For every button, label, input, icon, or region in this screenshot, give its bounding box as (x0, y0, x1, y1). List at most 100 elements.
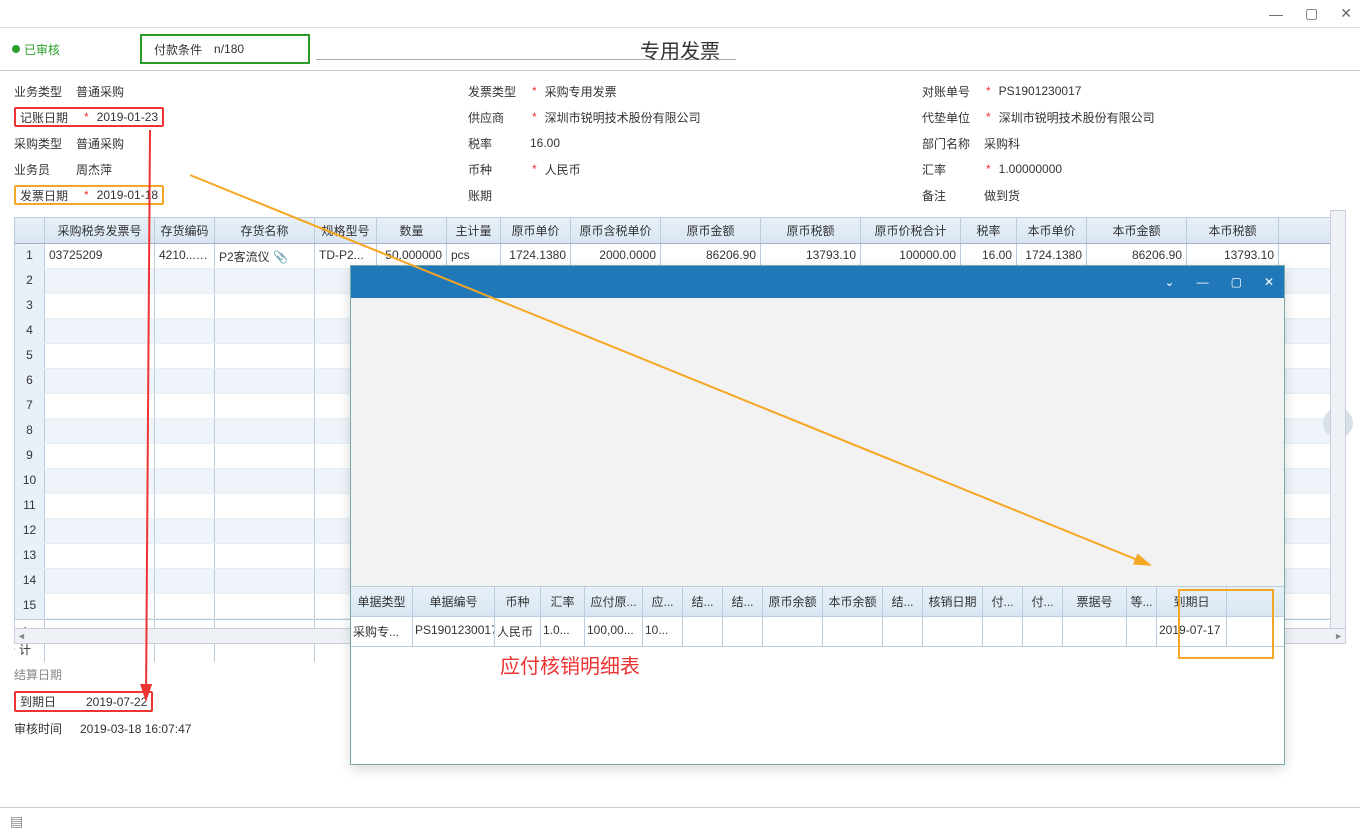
popup-header-cell[interactable]: 汇率 (541, 587, 585, 616)
field-value[interactable]: 普通采购 (76, 83, 124, 100)
cell[interactable] (155, 294, 215, 318)
popup-cell[interactable]: 1.0... (541, 617, 585, 646)
cell[interactable] (155, 544, 215, 568)
cell[interactable]: 14 (15, 569, 45, 593)
popup-header-cell[interactable]: 付... (1023, 587, 1063, 616)
cell[interactable] (215, 494, 315, 518)
cell[interactable] (155, 319, 215, 343)
cell[interactable] (45, 444, 155, 468)
popup-cell[interactable] (983, 617, 1023, 646)
cell[interactable]: P2客流仪 📎 (215, 244, 315, 268)
grid-header-cell[interactable]: 数量 (377, 218, 447, 243)
grid-header-cell[interactable]: 本币税额 (1187, 218, 1279, 243)
cell[interactable]: 2 (15, 269, 45, 293)
cell[interactable] (155, 494, 215, 518)
field-value[interactable]: 1.00000000 (999, 162, 1062, 176)
popup-header-cell[interactable]: 结... (723, 587, 763, 616)
field-value[interactable]: 做到货 (984, 187, 1020, 204)
close-icon[interactable]: ✕ (1340, 5, 1352, 22)
maximize-icon[interactable]: ▢ (1305, 5, 1318, 22)
cell[interactable] (215, 594, 315, 618)
field-value[interactable]: 2019-01-18 (97, 188, 158, 202)
popup-cell[interactable]: PS1901230017 (413, 617, 495, 646)
popup-cell[interactable]: 采购专... (351, 617, 413, 646)
cell[interactable] (215, 469, 315, 493)
popup-header-cell[interactable]: 应付原... (585, 587, 643, 616)
popup-cell[interactable] (723, 617, 763, 646)
grid-header-cell[interactable]: 本币金额 (1087, 218, 1187, 243)
cell[interactable] (45, 569, 155, 593)
field-value[interactable]: 深圳市锐明技术股份有限公司 (999, 109, 1155, 126)
grid-header-cell[interactable]: 原币金额 (661, 218, 761, 243)
cell[interactable] (45, 369, 155, 393)
field-value[interactable]: 采购专用发票 (545, 83, 617, 100)
popup-cell[interactable] (1063, 617, 1127, 646)
grid-header-cell[interactable]: 原币含税单价 (571, 218, 661, 243)
popup-minimize-icon[interactable]: — (1197, 275, 1209, 289)
popup-header-cell[interactable]: 币种 (495, 587, 541, 616)
cell[interactable] (215, 269, 315, 293)
popup-header-cell[interactable]: 核销日期 (923, 587, 983, 616)
popup-header-cell[interactable]: 原币余额 (763, 587, 823, 616)
popup-cell[interactable] (683, 617, 723, 646)
cell[interactable] (155, 444, 215, 468)
cell[interactable]: 03725209 (45, 244, 155, 268)
cell[interactable] (45, 419, 155, 443)
cell[interactable] (45, 344, 155, 368)
popup-header-cell[interactable]: 结... (683, 587, 723, 616)
popup-cell[interactable] (883, 617, 923, 646)
cell[interactable]: 6 (15, 369, 45, 393)
cell[interactable]: 5 (15, 344, 45, 368)
popup-maximize-icon[interactable]: ▢ (1231, 275, 1242, 289)
popup-cell[interactable] (1127, 617, 1157, 646)
cell[interactable] (215, 294, 315, 318)
grid-header-cell[interactable]: 原币税额 (761, 218, 861, 243)
layout-icon[interactable]: ▤ (10, 813, 23, 830)
cell[interactable] (155, 594, 215, 618)
cell[interactable]: 8 (15, 419, 45, 443)
cell[interactable] (45, 294, 155, 318)
cell[interactable] (45, 519, 155, 543)
grid-header-cell[interactable]: 存货名称 (215, 218, 315, 243)
cell[interactable] (215, 394, 315, 418)
cell[interactable] (45, 494, 155, 518)
cell[interactable] (215, 544, 315, 568)
cell[interactable]: 7 (15, 394, 45, 418)
scrollbar-vertical[interactable] (1330, 210, 1346, 630)
cell[interactable]: 4 (15, 319, 45, 343)
field-value[interactable]: 人民币 (545, 161, 581, 178)
field-value[interactable]: 采购科 (984, 135, 1020, 152)
cell[interactable]: 11 (15, 494, 45, 518)
cell[interactable] (155, 344, 215, 368)
field-value[interactable]: 周杰萍 (76, 161, 112, 178)
popup-cell[interactable] (923, 617, 983, 646)
popup-header-cell[interactable]: 本币余额 (823, 587, 883, 616)
popup-cell[interactable] (823, 617, 883, 646)
field-value[interactable]: PS1901230017 (999, 84, 1082, 98)
field-value[interactable]: 普通采购 (76, 135, 124, 152)
cell[interactable] (215, 369, 315, 393)
field-value[interactable]: 深圳市锐明技术股份有限公司 (545, 109, 701, 126)
cell[interactable]: 13 (15, 544, 45, 568)
popup-header-cell[interactable]: 结... (883, 587, 923, 616)
popup-cell[interactable] (1023, 617, 1063, 646)
cell[interactable] (155, 269, 215, 293)
popup-cell[interactable]: 10... (643, 617, 683, 646)
cell[interactable] (45, 544, 155, 568)
cell[interactable] (155, 569, 215, 593)
popup-header-cell[interactable]: 等... (1127, 587, 1157, 616)
grid-header-cell[interactable]: 主计量 (447, 218, 501, 243)
cell[interactable] (155, 469, 215, 493)
grid-header-cell[interactable]: 存货编码 (155, 218, 215, 243)
cell[interactable] (215, 569, 315, 593)
cell[interactable]: 1 (15, 244, 45, 268)
cell[interactable] (215, 319, 315, 343)
popup-close-icon[interactable]: ✕ (1264, 275, 1274, 289)
cell[interactable] (155, 394, 215, 418)
cell[interactable]: 9 (15, 444, 45, 468)
cell[interactable] (45, 319, 155, 343)
cell[interactable]: 4210... 📎 (155, 244, 215, 268)
field-value[interactable]: 16.00 (530, 136, 560, 150)
popup-header-cell[interactable]: 单据编号 (413, 587, 495, 616)
cell[interactable] (45, 469, 155, 493)
